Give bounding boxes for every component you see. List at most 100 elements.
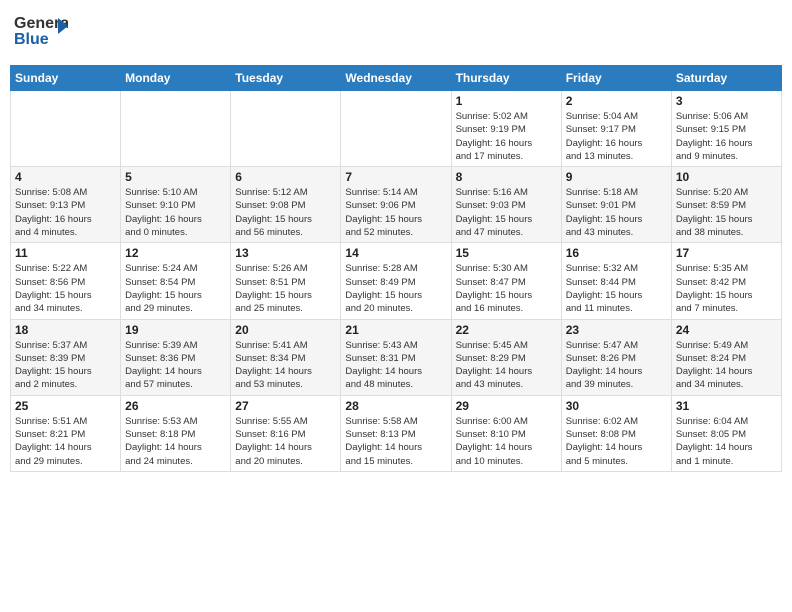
- day-number: 24: [676, 323, 777, 337]
- calendar-cell: 21 Sunrise: 5:43 AM Sunset: 8:31 PM Dayli…: [341, 319, 451, 395]
- calendar-cell: 25Sunrise: 5:51 AM Sunset: 8:21 PM Dayli…: [11, 395, 121, 471]
- calendar-cell: 23Sunrise: 5:47 AM Sunset: 8:26 PM Dayli…: [561, 319, 671, 395]
- day-number: 30: [566, 399, 667, 413]
- day-number: 7: [345, 170, 446, 184]
- calendar-week-row: 4 Sunrise: 5:08 AM Sunset: 9:13 PM Daylig…: [11, 167, 782, 243]
- calendar-cell: 19 Sunrise: 5:39 AM Sunset: 8:36 PM Dayli…: [121, 319, 231, 395]
- calendar-cell: 3 Sunrise: 5:06 AM Sunset: 9:15 PM Daylig…: [671, 91, 781, 167]
- day-info: Sunrise: 5:14 AM Sunset: 9:06 PM Dayligh…: [345, 186, 446, 239]
- day-info: Sunrise: 5:24 AM Sunset: 8:54 PM Dayligh…: [125, 262, 226, 315]
- day-number: 21: [345, 323, 446, 337]
- day-number: 22: [456, 323, 557, 337]
- calendar-cell: 4 Sunrise: 5:08 AM Sunset: 9:13 PM Daylig…: [11, 167, 121, 243]
- day-number: 2: [566, 94, 667, 108]
- day-header-friday: Friday: [561, 66, 671, 91]
- day-number: 29: [456, 399, 557, 413]
- calendar-cell: 1Sunrise: 5:02 AM Sunset: 9:19 PM Daylig…: [451, 91, 561, 167]
- calendar-cell: 2 Sunrise: 5:04 AM Sunset: 9:17 PM Daylig…: [561, 91, 671, 167]
- calendar-cell: 15Sunrise: 5:30 AM Sunset: 8:47 PM Dayli…: [451, 243, 561, 319]
- day-number: 18: [15, 323, 116, 337]
- calendar-cell: 5Sunrise: 5:10 AM Sunset: 9:10 PM Daylig…: [121, 167, 231, 243]
- day-info: Sunrise: 6:02 AM Sunset: 8:08 PM Dayligh…: [566, 415, 667, 468]
- day-info: Sunrise: 5:43 AM Sunset: 8:31 PM Dayligh…: [345, 339, 446, 392]
- calendar-cell: 22 Sunrise: 5:45 AM Sunset: 8:29 PM Dayli…: [451, 319, 561, 395]
- day-header-thursday: Thursday: [451, 66, 561, 91]
- day-info: Sunrise: 5:06 AM Sunset: 9:15 PM Dayligh…: [676, 110, 777, 163]
- day-info: Sunrise: 6:04 AM Sunset: 8:05 PM Dayligh…: [676, 415, 777, 468]
- calendar-cell: 29 Sunrise: 6:00 AM Sunset: 8:10 PM Dayli…: [451, 395, 561, 471]
- calendar-cell: 26 Sunrise: 5:53 AM Sunset: 8:18 PM Dayli…: [121, 395, 231, 471]
- logo-graphic: General Blue: [14, 10, 68, 59]
- day-info: Sunrise: 5:35 AM Sunset: 8:42 PM Dayligh…: [676, 262, 777, 315]
- calendar-header-row: SundayMondayTuesdayWednesdayThursdayFrid…: [11, 66, 782, 91]
- calendar-cell: 28 Sunrise: 5:58 AM Sunset: 8:13 PM Dayli…: [341, 395, 451, 471]
- calendar-cell: 20 Sunrise: 5:41 AM Sunset: 8:34 PM Dayli…: [231, 319, 341, 395]
- day-number: 23: [566, 323, 667, 337]
- calendar-cell: 6 Sunrise: 5:12 AM Sunset: 9:08 PM Daylig…: [231, 167, 341, 243]
- calendar-week-row: 18 Sunrise: 5:37 AM Sunset: 8:39 PM Dayli…: [11, 319, 782, 395]
- calendar-cell: 14 Sunrise: 5:28 AM Sunset: 8:49 PM Dayli…: [341, 243, 451, 319]
- day-number: 14: [345, 246, 446, 260]
- calendar-cell: 31Sunrise: 6:04 AM Sunset: 8:05 PM Dayli…: [671, 395, 781, 471]
- day-info: Sunrise: 5:28 AM Sunset: 8:49 PM Dayligh…: [345, 262, 446, 315]
- day-number: 17: [676, 246, 777, 260]
- calendar-cell: 13Sunrise: 5:26 AM Sunset: 8:51 PM Dayli…: [231, 243, 341, 319]
- calendar-cell: [341, 91, 451, 167]
- day-info: Sunrise: 5:39 AM Sunset: 8:36 PM Dayligh…: [125, 339, 226, 392]
- calendar-cell: 24 Sunrise: 5:49 AM Sunset: 8:24 PM Dayli…: [671, 319, 781, 395]
- calendar-cell: [231, 91, 341, 167]
- day-info: Sunrise: 5:08 AM Sunset: 9:13 PM Dayligh…: [15, 186, 116, 239]
- day-header-saturday: Saturday: [671, 66, 781, 91]
- calendar-cell: 8Sunrise: 5:16 AM Sunset: 9:03 PM Daylig…: [451, 167, 561, 243]
- day-number: 12: [125, 246, 226, 260]
- day-info: Sunrise: 5:49 AM Sunset: 8:24 PM Dayligh…: [676, 339, 777, 392]
- day-info: Sunrise: 5:53 AM Sunset: 8:18 PM Dayligh…: [125, 415, 226, 468]
- calendar-cell: 18 Sunrise: 5:37 AM Sunset: 8:39 PM Dayli…: [11, 319, 121, 395]
- calendar-cell: [121, 91, 231, 167]
- calendar-cell: [11, 91, 121, 167]
- calendar-cell: 11Sunrise: 5:22 AM Sunset: 8:56 PM Dayli…: [11, 243, 121, 319]
- calendar-cell: 10Sunrise: 5:20 AM Sunset: 8:59 PM Dayli…: [671, 167, 781, 243]
- day-number: 3: [676, 94, 777, 108]
- day-number: 25: [15, 399, 116, 413]
- day-number: 4: [15, 170, 116, 184]
- day-number: 27: [235, 399, 336, 413]
- day-info: Sunrise: 6:00 AM Sunset: 8:10 PM Dayligh…: [456, 415, 557, 468]
- day-number: 8: [456, 170, 557, 184]
- calendar-cell: 7 Sunrise: 5:14 AM Sunset: 9:06 PM Daylig…: [341, 167, 451, 243]
- day-number: 26: [125, 399, 226, 413]
- day-header-wednesday: Wednesday: [341, 66, 451, 91]
- svg-text:Blue: Blue: [14, 31, 49, 48]
- day-info: Sunrise: 5:02 AM Sunset: 9:19 PM Dayligh…: [456, 110, 557, 163]
- day-info: Sunrise: 5:58 AM Sunset: 8:13 PM Dayligh…: [345, 415, 446, 468]
- day-number: 13: [235, 246, 336, 260]
- day-header-tuesday: Tuesday: [231, 66, 341, 91]
- day-header-monday: Monday: [121, 66, 231, 91]
- day-number: 5: [125, 170, 226, 184]
- day-number: 16: [566, 246, 667, 260]
- day-info: Sunrise: 5:41 AM Sunset: 8:34 PM Dayligh…: [235, 339, 336, 392]
- day-number: 28: [345, 399, 446, 413]
- day-number: 19: [125, 323, 226, 337]
- day-info: Sunrise: 5:37 AM Sunset: 8:39 PM Dayligh…: [15, 339, 116, 392]
- day-number: 20: [235, 323, 336, 337]
- page-header: General Blue: [10, 10, 782, 59]
- day-info: Sunrise: 5:12 AM Sunset: 9:08 PM Dayligh…: [235, 186, 336, 239]
- calendar-cell: 27 Sunrise: 5:55 AM Sunset: 8:16 PM Dayli…: [231, 395, 341, 471]
- day-number: 6: [235, 170, 336, 184]
- day-info: Sunrise: 5:22 AM Sunset: 8:56 PM Dayligh…: [15, 262, 116, 315]
- calendar-cell: 17 Sunrise: 5:35 AM Sunset: 8:42 PM Dayli…: [671, 243, 781, 319]
- calendar-table: SundayMondayTuesdayWednesdayThursdayFrid…: [10, 65, 782, 472]
- day-info: Sunrise: 5:45 AM Sunset: 8:29 PM Dayligh…: [456, 339, 557, 392]
- day-info: Sunrise: 5:30 AM Sunset: 8:47 PM Dayligh…: [456, 262, 557, 315]
- calendar-week-row: 25Sunrise: 5:51 AM Sunset: 8:21 PM Dayli…: [11, 395, 782, 471]
- day-info: Sunrise: 5:20 AM Sunset: 8:59 PM Dayligh…: [676, 186, 777, 239]
- calendar-cell: 12 Sunrise: 5:24 AM Sunset: 8:54 PM Dayli…: [121, 243, 231, 319]
- logo: General Blue: [14, 10, 68, 59]
- day-info: Sunrise: 5:55 AM Sunset: 8:16 PM Dayligh…: [235, 415, 336, 468]
- calendar-cell: 30 Sunrise: 6:02 AM Sunset: 8:08 PM Dayli…: [561, 395, 671, 471]
- calendar-week-row: 1Sunrise: 5:02 AM Sunset: 9:19 PM Daylig…: [11, 91, 782, 167]
- day-info: Sunrise: 5:04 AM Sunset: 9:17 PM Dayligh…: [566, 110, 667, 163]
- calendar-cell: 9Sunrise: 5:18 AM Sunset: 9:01 PM Daylig…: [561, 167, 671, 243]
- day-info: Sunrise: 5:32 AM Sunset: 8:44 PM Dayligh…: [566, 262, 667, 315]
